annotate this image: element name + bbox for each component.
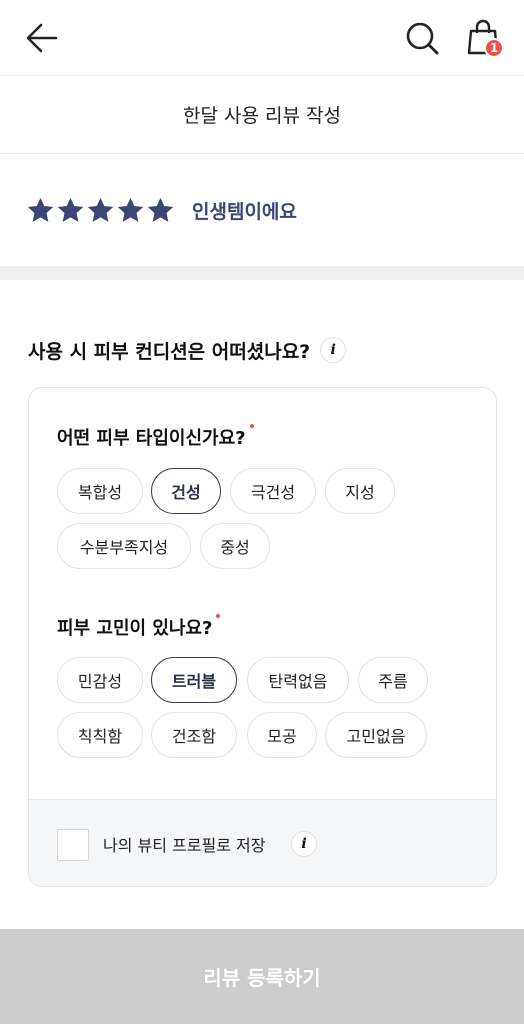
skin-condition-question: 사용 시 피부 컨디션은 어떠셨나요? i <box>28 332 347 368</box>
required-dot <box>249 424 254 428</box>
skin-type-label-text: 어떤 피부 타입이신가요? <box>57 428 246 449</box>
star-icon[interactable] <box>56 196 85 225</box>
skin-concern-chip-selected[interactable]: 트러블 <box>151 657 237 703</box>
cart-count-badge: 1 <box>484 38 504 58</box>
skin-concern-chip[interactable]: 주름 <box>358 657 428 703</box>
skin-type-chip[interactable]: 극건성 <box>230 468 316 514</box>
back-arrow-icon[interactable] <box>22 18 62 58</box>
skin-concern-chip[interactable]: 칙칙함 <box>57 712 143 758</box>
skin-type-label: 어떤 피부 타입이신가요? <box>57 424 254 450</box>
save-profile-checkbox[interactable] <box>57 829 89 861</box>
section-divider <box>0 266 524 280</box>
skin-concern-label: 피부 고민이 있나요? <box>57 614 221 640</box>
skin-concern-chip[interactable]: 건조함 <box>151 712 237 758</box>
skin-type-chip-selected[interactable]: 건성 <box>151 468 221 514</box>
skin-concern-chip[interactable]: 민감성 <box>57 657 143 703</box>
submit-review-button[interactable]: 리뷰 등록하기 <box>0 929 524 1024</box>
skin-type-chip[interactable]: 중성 <box>200 523 270 569</box>
star-rating[interactable]: 인생템이에요 <box>26 190 297 230</box>
skin-concern-label-text: 피부 고민이 있나요? <box>57 618 213 639</box>
page-title: 한달 사용 리뷰 작성 <box>183 105 341 127</box>
skin-type-chip[interactable]: 지성 <box>325 468 395 514</box>
star-icon[interactable] <box>86 196 115 225</box>
save-profile-row: 나의 뷰티 프로필로 저장 i <box>29 799 496 886</box>
save-profile-label: 나의 뷰티 프로필로 저장 <box>103 836 266 855</box>
rating-label: 인생템이에요 <box>192 200 297 223</box>
skin-concern-chip[interactable]: 고민없음 <box>325 712 427 758</box>
skin-profile-card: 어떤 피부 타입이신가요? 복합성 건성 극건성 지성 수분부족지성 중성 피부… <box>28 387 497 887</box>
search-icon[interactable] <box>402 18 442 58</box>
required-dot <box>216 614 221 618</box>
top-bar: 1 <box>0 0 524 76</box>
info-icon[interactable]: i <box>320 337 347 363</box>
skin-type-chip[interactable]: 복합성 <box>57 468 143 514</box>
star-icon[interactable] <box>116 196 145 225</box>
info-icon[interactable]: i <box>291 831 317 857</box>
star-icon[interactable] <box>146 196 175 225</box>
skin-concern-chip[interactable]: 탄력없음 <box>247 657 349 703</box>
star-icon[interactable] <box>26 196 55 225</box>
skin-concern-chip[interactable]: 모공 <box>247 712 317 758</box>
page-title-bar: 한달 사용 리뷰 작성 <box>0 76 524 154</box>
skin-type-chip[interactable]: 수분부족지성 <box>57 523 191 569</box>
question-title: 사용 시 피부 컨디션은 어떠셨나요? <box>28 340 311 363</box>
